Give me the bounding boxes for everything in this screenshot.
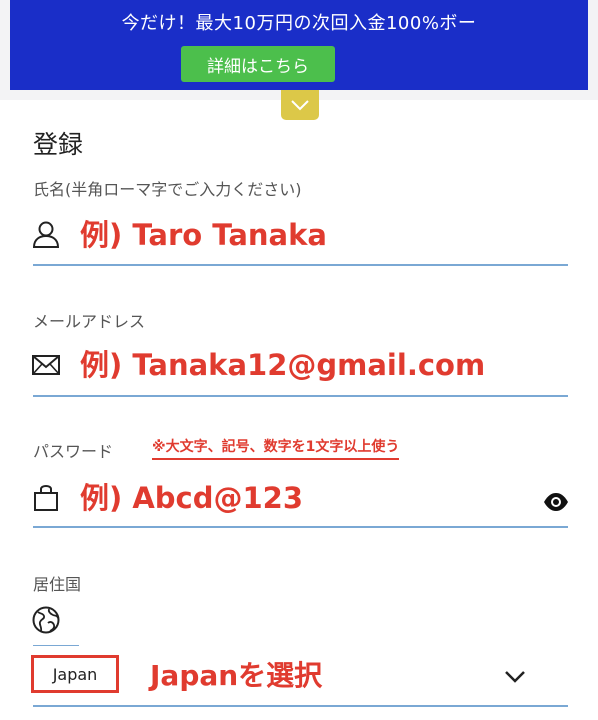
country-select[interactable]: Japan: [31, 655, 119, 693]
details-button[interactable]: 詳細はこちら: [181, 46, 335, 82]
password-input[interactable]: [80, 478, 540, 518]
promo-banner: 今だけ！最大10万円の次回入金100%ボー 詳細はこちら: [10, 0, 588, 90]
email-underline: [33, 395, 568, 397]
mail-icon: [32, 355, 60, 375]
eye-icon[interactable]: [542, 488, 570, 516]
promo-banner-text: 今だけ！最大10万円の次回入金100%ボー: [121, 13, 477, 34]
country-underline: [33, 705, 568, 707]
country-select-note: Japanを選択: [150, 659, 323, 692]
globe-icon: [32, 606, 60, 634]
user-icon: [32, 221, 60, 248]
password-underline: [33, 526, 568, 528]
chevron-down-icon[interactable]: [502, 667, 528, 687]
password-label: パスワード: [33, 442, 114, 461]
password-rule-note: ※大文字、記号、数字を1文字以上使う: [152, 436, 400, 460]
country-icon-rule: [33, 645, 79, 646]
email-label: メールアドレス: [33, 312, 146, 331]
page-title: 登録: [33, 130, 84, 159]
chevron-down-icon: [291, 100, 309, 111]
lock-icon: [34, 485, 58, 511]
banner-collapse-toggle[interactable]: [281, 90, 319, 120]
email-input[interactable]: [80, 345, 540, 385]
name-underline: [33, 264, 568, 266]
name-label: 氏名(半角ローマ字でご入力ください): [33, 180, 302, 199]
country-label: 居住国: [33, 575, 82, 594]
name-input[interactable]: [80, 215, 540, 255]
